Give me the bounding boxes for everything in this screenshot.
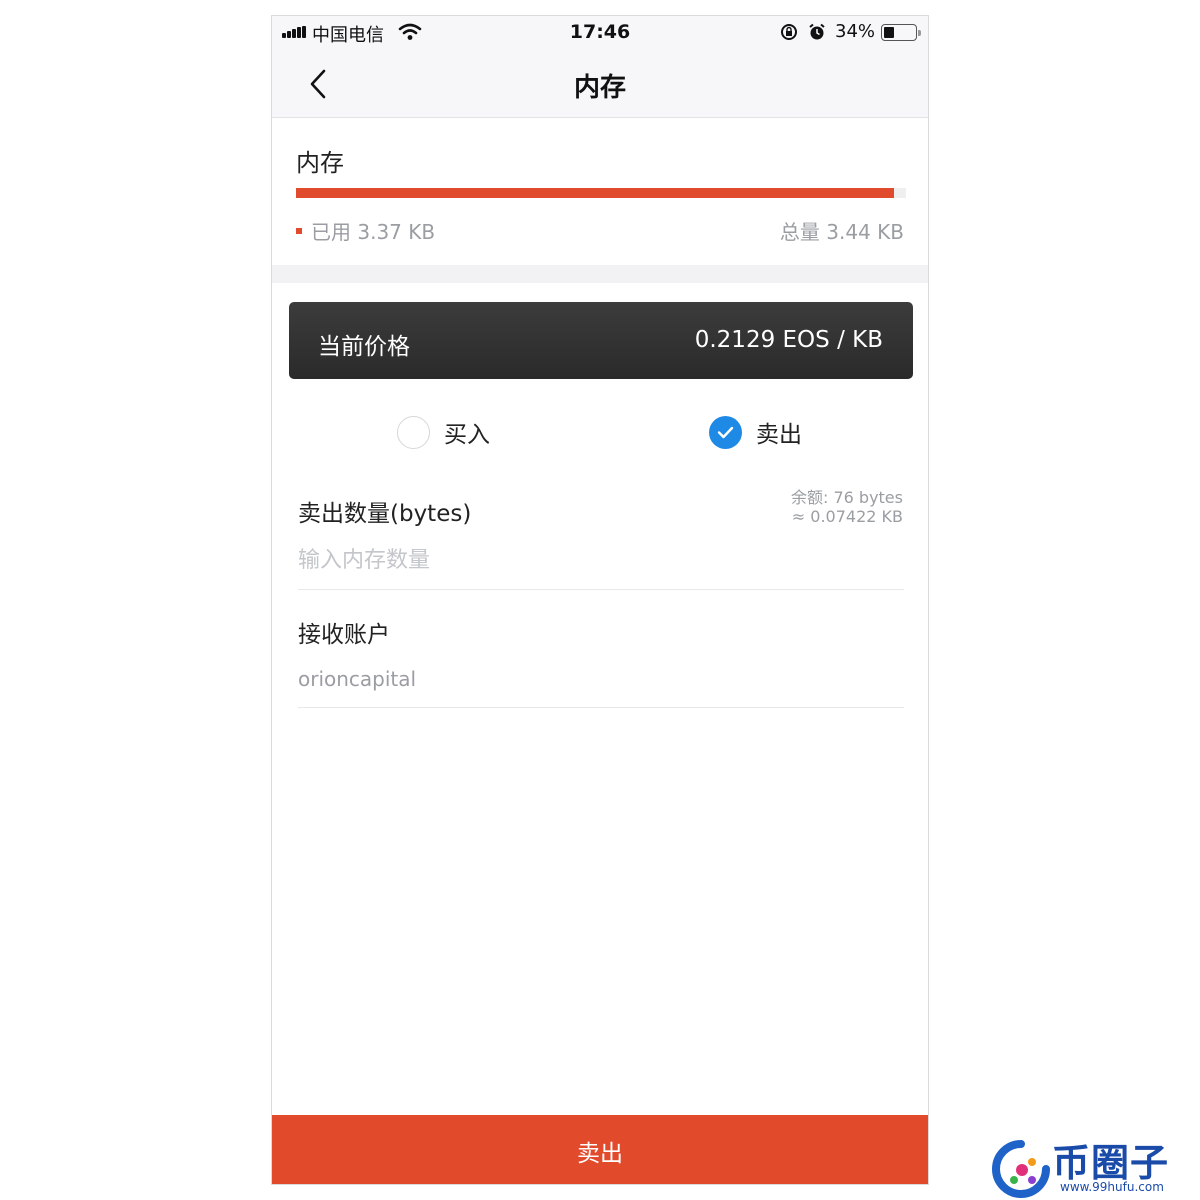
watermark: 币圈子 www.99hufu.com	[988, 1132, 1200, 1200]
rotation-lock-icon	[781, 24, 797, 40]
status-bar: 中国电信 17:46 34%	[272, 16, 928, 50]
sell-amount-input[interactable]	[298, 542, 904, 590]
checkmark-icon	[717, 426, 734, 438]
buy-radio[interactable]: 买入	[397, 414, 490, 450]
used-label: 已用 3.37 KB	[311, 220, 436, 244]
battery-percent: 34%	[835, 21, 876, 42]
receiver-label: 接收账户	[298, 622, 390, 648]
battery-icon	[881, 24, 921, 41]
buy-label: 买入	[444, 422, 490, 448]
battery-fill	[884, 27, 894, 38]
memory-title: 内存	[296, 149, 344, 177]
used-legend-dot	[296, 227, 302, 234]
sell-submit-button[interactable]: 卖出	[272, 1115, 928, 1184]
balance-info: 余额: 76 bytes ≈ 0.07422 KB	[791, 488, 903, 526]
balance-kb: ≈ 0.07422 KB	[791, 507, 903, 526]
memory-usage-section: 内存 已用 3.37 KB 总量 3.44 KB	[272, 119, 928, 265]
memory-progress-bar	[296, 188, 906, 198]
used-amount: 已用 3.37 KB	[296, 216, 435, 245]
section-divider	[272, 265, 928, 283]
watermark-logo-icon	[992, 1140, 1050, 1198]
watermark-url: www.99hufu.com	[1060, 1180, 1164, 1194]
sell-label: 卖出	[756, 422, 802, 448]
watermark-text: 币圈子	[1052, 1141, 1170, 1185]
total-label: 总量 3.44 KB	[779, 220, 904, 244]
alarm-icon	[809, 23, 825, 40]
receiver-account-field[interactable]: orioncapital	[298, 667, 904, 708]
balance-bytes: 余额: 76 bytes	[790, 488, 903, 507]
page-title: 内存	[573, 73, 626, 103]
nav-bar: 内存	[272, 50, 928, 118]
clock: 17:46	[569, 21, 631, 43]
price-value: 0.2129 EOS / KB	[694, 327, 883, 353]
sell-radio-circle	[709, 415, 742, 449]
price-label: 当前价格	[318, 334, 410, 360]
memory-progress-fill	[296, 188, 894, 198]
buy-radio-circle	[397, 415, 430, 449]
sell-amount-label: 卖出数量(bytes)	[298, 501, 472, 527]
sell-radio[interactable]: 卖出	[709, 414, 802, 450]
phone-screen: 中国电信 17:46 34% 内存 内存 已用 3.37 KB 总量 3.44 …	[271, 15, 929, 1185]
price-card: 当前价格 0.2129 EOS / KB	[289, 302, 913, 379]
